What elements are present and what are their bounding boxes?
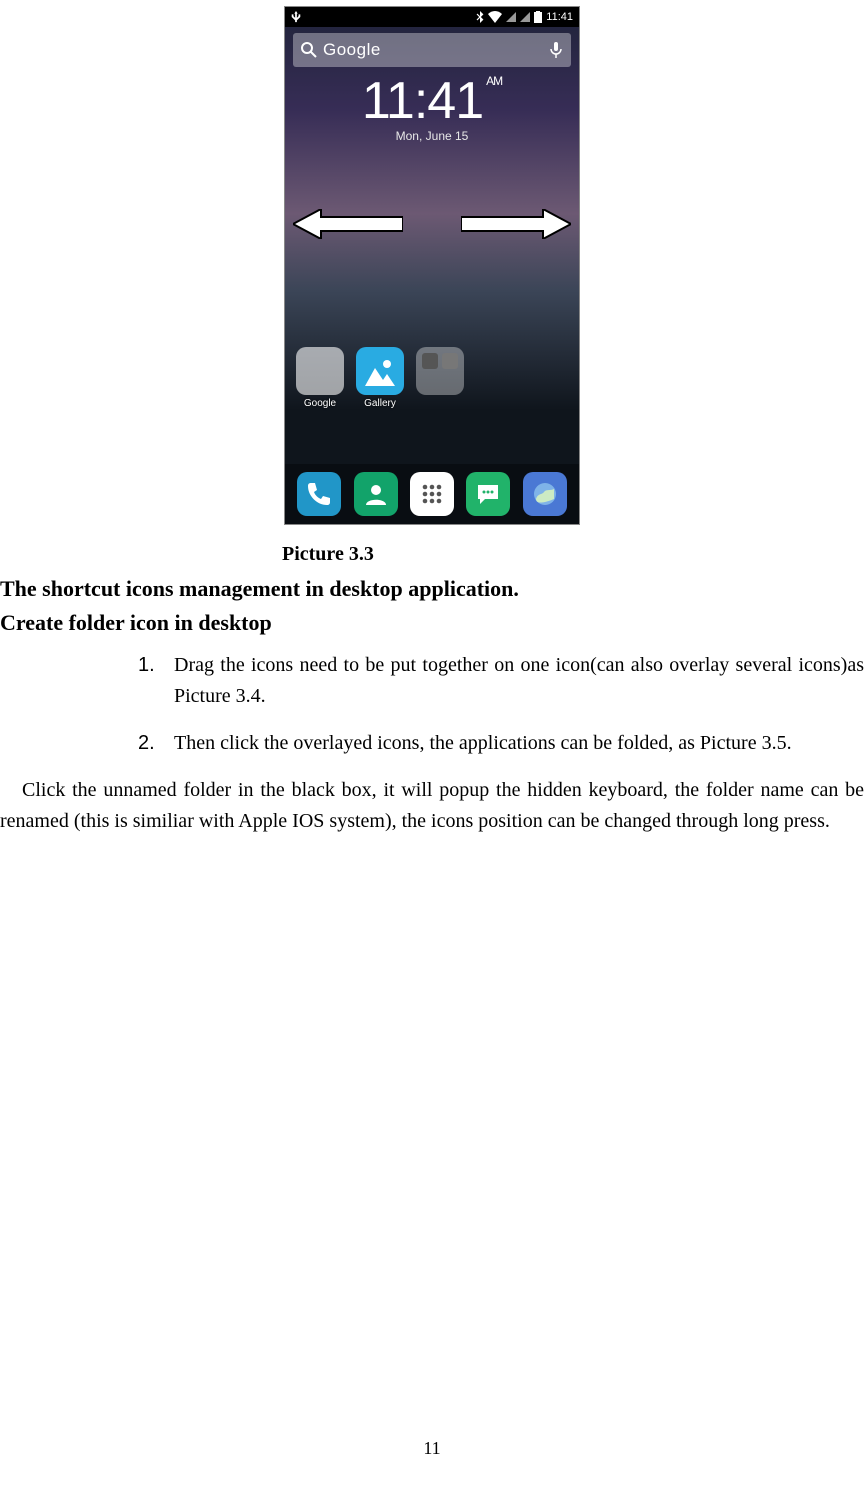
dock-app-drawer[interactable] <box>410 472 454 516</box>
step-text: Then click the overlayed icons, the appl… <box>174 732 792 754</box>
android-home-screenshot: 11:41 Google 11:41AM Mon, June 15 <box>284 6 580 525</box>
globe-icon <box>532 481 558 507</box>
body-paragraph: Click the unnamed folder in the black bo… <box>0 775 864 837</box>
dock-browser[interactable] <box>523 472 567 516</box>
signal-icon-2 <box>520 12 530 22</box>
figure-caption: Picture 3.3 <box>282 543 864 566</box>
apps-grid-icon <box>419 481 445 507</box>
heading-minor: Create folder icon in desktop <box>0 610 864 636</box>
google-search-bar[interactable]: Google <box>293 33 571 67</box>
search-icon <box>301 42 317 58</box>
dock-phone[interactable] <box>297 472 341 516</box>
wifi-icon <box>488 11 502 23</box>
list-item: 2.Then click the overlayed icons, the ap… <box>138 728 864 759</box>
status-time: 11:41 <box>546 11 573 23</box>
swipe-arrows-overlay <box>285 209 579 239</box>
battery-icon <box>534 11 542 23</box>
gallery-icon <box>356 347 404 395</box>
status-bar: 11:41 <box>285 7 579 27</box>
clock-widget[interactable]: 11:41AM Mon, June 15 <box>285 75 579 143</box>
app-label: Gallery <box>353 398 407 409</box>
bluetooth-icon <box>476 11 484 23</box>
arrow-right-icon <box>461 209 571 239</box>
clock-ampm: AM <box>486 74 502 88</box>
heading-major: The shortcut icons management in desktop… <box>0 576 864 602</box>
app-google-folder[interactable]: Google <box>293 347 347 409</box>
dock-messages[interactable] <box>466 472 510 516</box>
app-gallery[interactable]: Gallery <box>353 347 407 409</box>
mic-icon[interactable] <box>549 41 563 59</box>
steps-list: 1.Drag the icons need to be put together… <box>138 650 864 759</box>
clock-date: Mon, June 15 <box>285 129 579 143</box>
dock <box>285 464 579 524</box>
contact-icon <box>363 481 389 507</box>
search-label: Google <box>323 40 549 60</box>
step-text: Drag the icons need to be put together o… <box>174 654 864 707</box>
clock-time: 11:41 <box>362 72 483 130</box>
home-app-row: Google Gallery <box>293 347 571 409</box>
signal-icon <box>506 12 516 22</box>
list-item: 1.Drag the icons need to be put together… <box>138 650 864 712</box>
usb-icon <box>291 11 301 23</box>
dock-contacts[interactable] <box>354 472 398 516</box>
page-number: 11 <box>0 1438 864 1459</box>
chat-icon <box>475 481 501 507</box>
app-label: Google <box>293 398 347 409</box>
app-folder[interactable] <box>413 347 467 409</box>
arrow-left-icon <box>293 209 403 239</box>
phone-icon <box>306 481 332 507</box>
